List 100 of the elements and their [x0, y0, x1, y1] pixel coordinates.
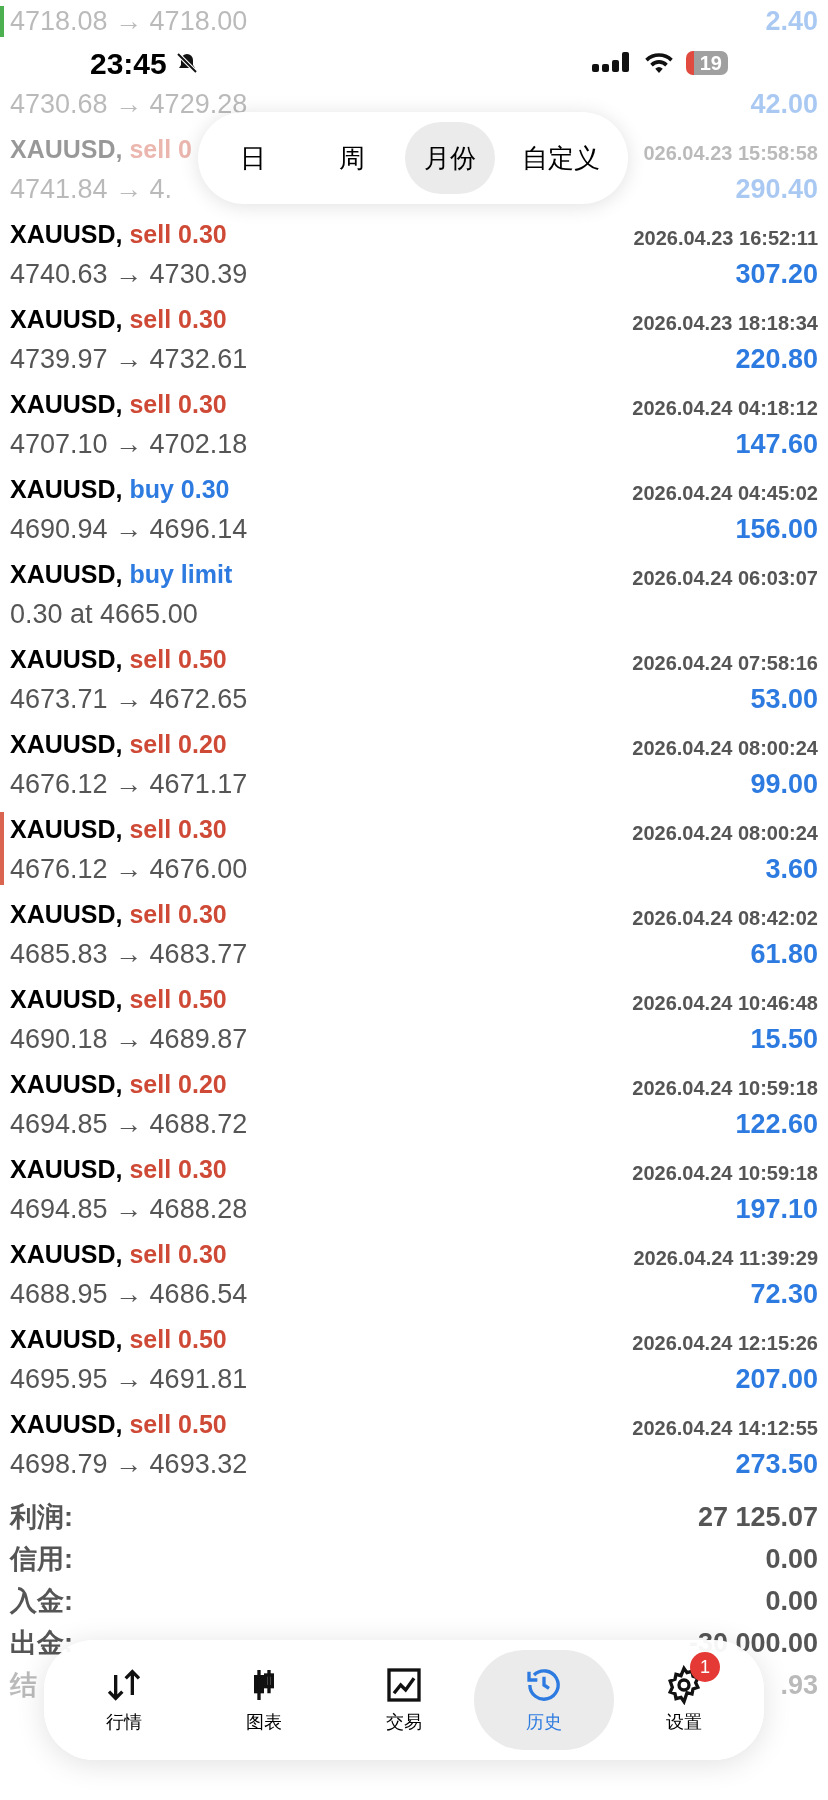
- profit-value: 273.50: [735, 1448, 818, 1482]
- symbol-label: XAUUSD,: [10, 474, 123, 503]
- trade-row[interactable]: XAUUSD, sell 0.20 2026.04.24 08:00:24 4676.12 → 4671.17 99.00: [10, 721, 818, 806]
- wifi-icon: [643, 51, 674, 75]
- trade-row[interactable]: XAUUSD, sell 0.50 2026.04.24 12:15:26 4695.95 → 4691.81 207.00: [10, 1316, 818, 1401]
- price-text: 4740.63 → 4730.39: [10, 258, 248, 292]
- trade-row[interactable]: XAUUSD, sell 0.30 2026.04.23 16:52:11 4740.63 → 4730.39 307.20: [10, 211, 818, 296]
- trade-date: 2026.04.23 16:52:11: [633, 226, 818, 251]
- profit-value: 122.60: [735, 1108, 818, 1142]
- trade-date: 2026.04.24 11:39:29: [633, 1246, 818, 1271]
- trade-date: 2026.04.24 10:59:18: [632, 1076, 818, 1101]
- trade-date: 2026.04.24 12:15:26: [632, 1331, 818, 1356]
- period-tab[interactable]: 周: [306, 122, 397, 194]
- order-side-label: sell 0.50: [129, 1409, 227, 1438]
- profit-value: 156.00: [735, 513, 818, 547]
- trade-row[interactable]: XAUUSD, sell 0.30 2026.04.23 18:18:34 4739.97 → 4732.61 220.80: [10, 296, 818, 381]
- price-text: 4694.85 → 4688.28: [10, 1193, 248, 1227]
- symbol-label: XAUUSD,: [10, 1409, 123, 1438]
- profit-value: 3.60: [765, 853, 818, 887]
- price-text: 4688.95 → 4686.54: [10, 1278, 248, 1312]
- order-side-label: sell 0.30: [129, 1239, 227, 1268]
- notification-badge: 1: [690, 1652, 720, 1682]
- order-side-label: sell 0.30: [129, 389, 227, 418]
- order-side-label: sell 0.30: [129, 304, 227, 333]
- symbol-label: XAUUSD,: [10, 1239, 123, 1268]
- summary-label: 利润:: [10, 1500, 73, 1534]
- summary-value: 27 125.07: [697, 1500, 818, 1534]
- symbol-label: XAUUSD,: [10, 1324, 123, 1353]
- profit-value: 307.20: [735, 258, 818, 292]
- trade-row[interactable]: XAUUSD, sell 0.30 2026.04.24 04:18:12 4707.10 → 4702.18 147.60: [10, 381, 818, 466]
- summary-label: 结: [10, 1668, 37, 1702]
- period-tab[interactable]: 日: [208, 122, 298, 194]
- order-side-label: sell 0: [129, 134, 193, 163]
- profit-value: 42.00: [750, 88, 818, 122]
- trade-row[interactable]: XAUUSD, sell 0.50 2026.04.24 14:12:55 4698.79 → 4693.32 273.50: [10, 1401, 818, 1486]
- order-side-label: sell 0.50: [129, 644, 227, 673]
- order-side-label: sell 0.30: [129, 899, 227, 928]
- profit-value: 290.40: [735, 173, 818, 207]
- trade-row[interactable]: XAUUSD, buy limit 2026.04.24 06:03:07 0.30 at 4665.00: [10, 551, 818, 636]
- clock-time: 23:45: [90, 45, 167, 82]
- price-text: 4676.12 → 4676.00: [10, 853, 248, 887]
- summary-label: 信用:: [10, 1542, 73, 1576]
- symbol-label: XAUUSD,: [10, 899, 123, 928]
- profit-value: 61.80: [750, 938, 818, 972]
- price-text: 4673.71 → 4672.65: [10, 683, 248, 717]
- order-side-label: sell 0.50: [129, 984, 227, 1013]
- trade-row[interactable]: XAUUSD, sell 0.30 2026.04.24 11:39:29 4688.95 → 4686.54 72.30: [10, 1231, 818, 1316]
- price-text: 0.30 at 4665.00: [10, 598, 198, 632]
- trade-row[interactable]: XAUUSD, buy 0.30 2026.04.24 04:45:02 4690.94 → 4696.14 156.00: [10, 466, 818, 551]
- symbol-label: XAUUSD,: [10, 134, 123, 163]
- trade-date: 2026.04.24 08:42:02: [632, 906, 818, 931]
- price-text: 4718.08 → 4718.00: [10, 5, 248, 39]
- trade-row[interactable]: XAUUSD, sell 0.30 2026.04.24 08:42:02 4685.83 → 4683.77 61.80: [10, 891, 818, 976]
- symbol-label: XAUUSD,: [10, 389, 123, 418]
- trade-date: 2026.04.24 06:03:07: [632, 566, 818, 591]
- symbol-label: XAUUSD,: [10, 1069, 123, 1098]
- trade-date: 2026.04.24 08:00:24: [632, 736, 818, 761]
- summary-value: 0.00: [765, 1542, 818, 1576]
- profit-value: 15.50: [750, 1023, 818, 1057]
- profit-value: 72.30: [750, 1278, 818, 1312]
- trade-row[interactable]: XAUUSD, sell 0.30 2026.04.24 08:00:24 4676.12 → 4676.00 3.60: [10, 806, 818, 891]
- profit-value: 2.40: [765, 5, 818, 39]
- trade-date: 2026.04.24 14:12:55: [632, 1416, 818, 1441]
- trade-date: 2026.04.24 08:00:24: [632, 821, 818, 846]
- symbol-label: XAUUSD,: [10, 644, 123, 673]
- price-text: 4690.18 → 4689.87: [10, 1023, 248, 1057]
- profit-value: 220.80: [735, 343, 818, 377]
- summary-value: .93: [780, 1668, 818, 1702]
- price-text: 4707.10 → 4702.18: [10, 428, 248, 462]
- profit-value: 147.60: [735, 428, 818, 462]
- trade-date: 2026.04.24 04:45:02: [632, 481, 818, 506]
- price-text: 4694.85 → 4688.72: [10, 1108, 248, 1142]
- order-side-label: sell 0.20: [129, 729, 227, 758]
- nav-tab[interactable]: 交易: [334, 1650, 474, 1750]
- nav-tab[interactable]: 图表: [194, 1650, 334, 1750]
- bell-slash-icon: [174, 51, 199, 75]
- symbol-label: XAUUSD,: [10, 559, 123, 588]
- profit-value: 197.10: [735, 1193, 818, 1227]
- price-text: 4676.12 → 4671.17: [10, 768, 248, 802]
- period-tab[interactable]: 自定义: [503, 122, 618, 194]
- trade-date: 2026.04.24 10:59:18: [632, 1161, 818, 1186]
- period-tab[interactable]: 月份: [405, 122, 496, 194]
- price-text: 4730.68 → 4729.28: [10, 88, 248, 122]
- nav-tab[interactable]: 历史: [474, 1650, 614, 1750]
- trade-date: 2026.04.23 18:18:34: [632, 311, 818, 336]
- price-text: 4739.97 → 4732.61: [10, 343, 248, 377]
- trade-date: 2026.04.24 07:58:16: [632, 651, 818, 676]
- summary-value: 0.00: [765, 1584, 818, 1618]
- trade-date: 2026.04.24 04:18:12: [632, 396, 818, 421]
- trade-row[interactable]: XAUUSD, sell 0.50 2026.04.24 07:58:16 4673.71 → 4672.65 53.00: [10, 636, 818, 721]
- order-side-label: sell 0.30: [129, 219, 227, 248]
- trade-row[interactable]: XAUUSD, sell 0.20 2026.04.24 10:59:18 4694.85 → 4688.72 122.60: [10, 1061, 818, 1146]
- trade-row[interactable]: XAUUSD, sell 0.50 2026.04.24 10:46:48 4690.18 → 4689.87 15.50: [10, 976, 818, 1061]
- trade-date: 2026.04.24 10:46:48: [632, 991, 818, 1016]
- symbol-label: XAUUSD,: [10, 304, 123, 333]
- price-text: 4690.94 → 4696.14: [10, 513, 248, 547]
- summary-label: 出金:: [10, 1626, 73, 1660]
- order-side-label: sell 0.30: [129, 1154, 227, 1183]
- trade-row[interactable]: XAUUSD, sell 0.30 2026.04.24 10:59:18 4694.85 → 4688.28 197.10: [10, 1146, 818, 1231]
- symbol-label: XAUUSD,: [10, 729, 123, 758]
